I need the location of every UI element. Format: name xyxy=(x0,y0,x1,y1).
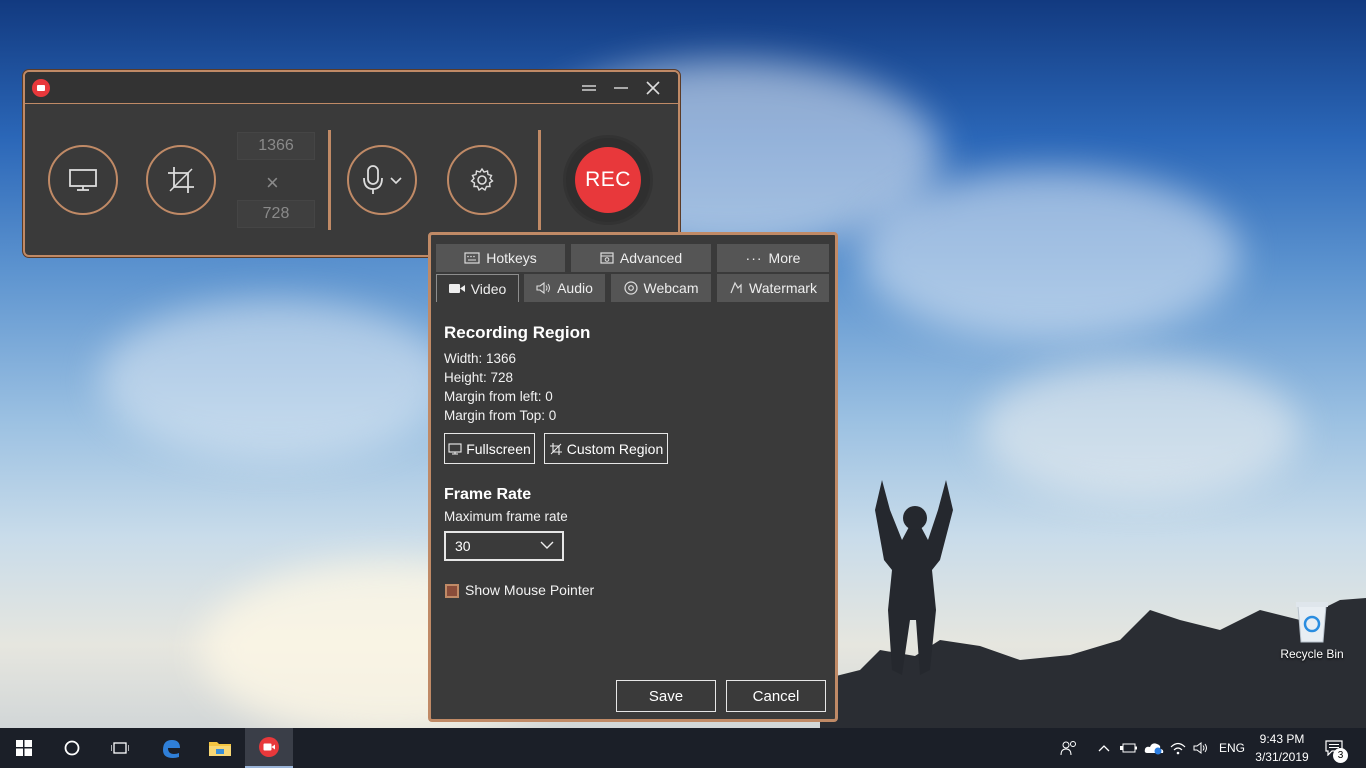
cloud xyxy=(100,300,450,460)
volume-icon[interactable] xyxy=(1193,728,1209,768)
recycle-bin-shortcut[interactable]: Recycle Bin xyxy=(1276,600,1348,661)
monitor-icon xyxy=(69,169,97,191)
ellipsis-icon: ··· xyxy=(745,250,763,266)
height-input[interactable]: 728 xyxy=(237,200,315,228)
recorder-app-icon xyxy=(259,737,279,757)
advanced-icon xyxy=(600,252,614,264)
tab-video[interactable]: Video xyxy=(436,274,519,302)
input-language[interactable]: ENG xyxy=(1219,728,1245,768)
fullscreen-label: Fullscreen xyxy=(466,440,531,457)
gear-icon xyxy=(470,167,494,192)
frame-rate-subtitle: Maximum frame rate xyxy=(444,509,568,524)
settings-panel: Hotkeys Advanced ··· More Video Audio We… xyxy=(428,232,838,722)
rec-label: REC xyxy=(575,147,641,213)
cortana-button[interactable] xyxy=(48,728,96,768)
cortana-icon xyxy=(64,740,80,756)
clock-time: 9:43 PM xyxy=(1259,732,1305,746)
frame-rate-heading: Frame Rate xyxy=(444,486,532,503)
app-logo-icon xyxy=(32,79,50,97)
edge-icon xyxy=(163,740,180,758)
taskbar: ENG 9:43 PM 3/31/2019 3 xyxy=(0,728,1366,768)
minimize-button[interactable] xyxy=(608,76,634,100)
chevron-down-icon xyxy=(540,541,554,549)
tab-more[interactable]: ··· More xyxy=(717,244,829,272)
microphone-icon xyxy=(363,165,402,194)
recorder-taskbar-button[interactable] xyxy=(245,728,293,768)
save-button[interactable]: Save xyxy=(616,680,716,712)
recording-region-heading: Recording Region xyxy=(444,323,591,342)
recorder-window: 1366 × 728 REC xyxy=(23,70,680,257)
audio-source-button[interactable] xyxy=(347,145,417,215)
region-margin-top: Margin from Top: 0 xyxy=(444,408,557,423)
close-button[interactable] xyxy=(640,76,666,100)
people-icon[interactable] xyxy=(1060,728,1078,768)
fullscreen-mode-button[interactable] xyxy=(48,145,118,215)
onedrive-sync-icon[interactable] xyxy=(1144,728,1164,768)
tab-label: Watermark xyxy=(749,280,817,296)
action-center-button[interactable]: 3 xyxy=(1325,728,1348,768)
custom-region-button[interactable]: Custom Region xyxy=(544,433,668,464)
fullscreen-button[interactable]: Fullscreen xyxy=(444,433,535,464)
monitor-icon xyxy=(448,442,462,454)
wifi-icon[interactable] xyxy=(1170,728,1186,768)
file-explorer-icon xyxy=(209,742,231,756)
region-mode-button[interactable] xyxy=(146,145,216,215)
tab-hotkeys[interactable]: Hotkeys xyxy=(436,244,565,272)
region-margin-left: Margin from left: 0 xyxy=(444,389,553,404)
mountain-silhouette xyxy=(820,480,1366,728)
recycle-bin-icon xyxy=(1296,602,1328,643)
cloud xyxy=(860,170,1240,340)
file-explorer-button[interactable] xyxy=(196,728,244,768)
separator xyxy=(328,130,331,230)
region-width: Width: 1366 xyxy=(444,351,517,366)
tab-advanced[interactable]: Advanced xyxy=(571,244,711,272)
drag-handle-icon[interactable] xyxy=(576,76,602,100)
start-button[interactable] xyxy=(0,728,48,768)
tab-label: Hotkeys xyxy=(486,250,537,266)
task-view-button[interactable] xyxy=(96,728,144,768)
keyboard-icon xyxy=(464,252,480,264)
times-symbol: × xyxy=(266,170,279,195)
tab-audio[interactable]: Audio xyxy=(524,274,605,302)
minimize-icon xyxy=(614,87,628,89)
crop-icon xyxy=(549,442,562,455)
recycle-bin-label: Recycle Bin xyxy=(1280,647,1344,661)
show-mouse-pointer-checkbox[interactable] xyxy=(445,584,459,598)
tab-watermark[interactable]: Watermark xyxy=(717,274,829,302)
separator xyxy=(538,130,541,230)
chevron-down-icon xyxy=(390,177,402,185)
show-hidden-icons-chevron-up-icon[interactable] xyxy=(1098,728,1110,768)
tab-label: Webcam xyxy=(643,280,699,296)
record-button[interactable]: REC xyxy=(563,135,653,225)
battery-icon[interactable] xyxy=(1120,728,1138,768)
title-bar[interactable] xyxy=(25,72,678,104)
notification-badge: 3 xyxy=(1333,748,1348,763)
custom-region-label: Custom Region xyxy=(566,440,664,457)
tab-label: Audio xyxy=(557,280,593,296)
clock-date: 3/31/2019 xyxy=(1255,750,1309,764)
crop-icon xyxy=(168,167,194,193)
settings-button[interactable] xyxy=(447,145,517,215)
task-view-icon xyxy=(111,742,129,754)
windows-start-icon xyxy=(16,740,32,756)
tab-label: More xyxy=(768,250,801,266)
webcam-icon xyxy=(623,281,638,295)
speaker-icon xyxy=(536,282,551,294)
edge-button[interactable] xyxy=(147,728,195,768)
frame-rate-value: 30 xyxy=(455,538,471,554)
tab-label: Advanced xyxy=(619,250,683,266)
watermark-icon xyxy=(730,281,742,294)
close-icon xyxy=(646,81,660,95)
width-input[interactable]: 1366 xyxy=(237,132,315,160)
video-camera-icon xyxy=(448,284,465,293)
region-height: Height: 728 xyxy=(444,370,514,385)
cancel-button[interactable]: Cancel xyxy=(726,680,826,712)
show-mouse-pointer-label: Show Mouse Pointer xyxy=(465,582,595,598)
frame-rate-select[interactable]: 30 xyxy=(444,531,564,561)
tab-webcam[interactable]: Webcam xyxy=(611,274,711,302)
clock[interactable]: 9:43 PM 3/31/2019 xyxy=(1248,730,1316,766)
tab-label: Video xyxy=(470,280,507,297)
